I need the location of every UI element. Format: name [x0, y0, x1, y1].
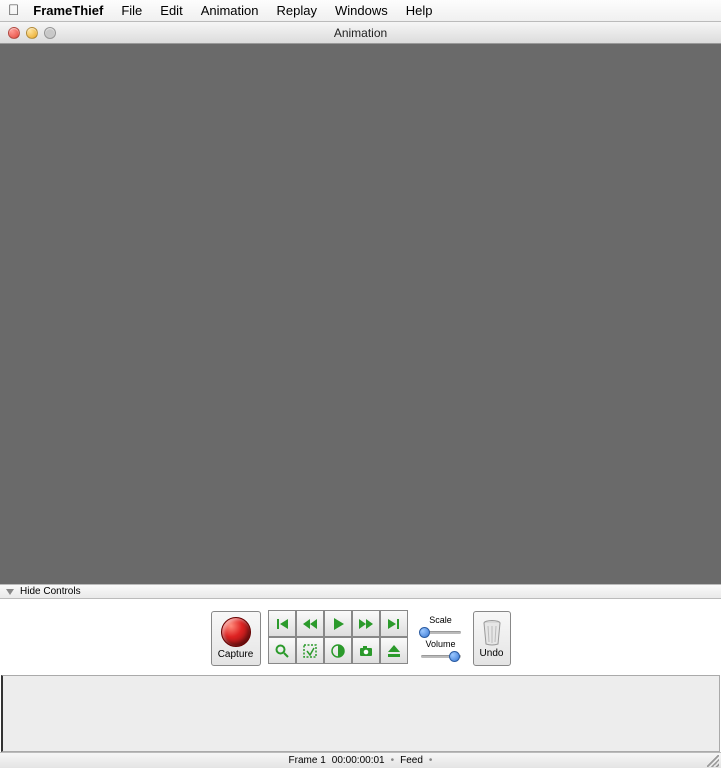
last-frame-button[interactable]	[380, 610, 408, 637]
scale-slider-thumb[interactable]	[419, 627, 430, 638]
rewind-button[interactable]	[296, 610, 324, 637]
onion-icon	[330, 643, 346, 659]
controls-panel: Capture Scal	[0, 599, 721, 673]
transport-toolbar	[269, 611, 409, 665]
play-button[interactable]	[324, 610, 352, 637]
onion-skin-button[interactable]	[324, 637, 352, 664]
timeline-strip[interactable]	[1, 675, 720, 752]
last-icon	[386, 616, 402, 632]
menu-edit[interactable]: Edit	[160, 3, 182, 18]
status-bar: Frame 1 00:00:00:01 • Feed •	[0, 752, 721, 768]
zoom-button[interactable]	[268, 637, 296, 664]
marquee-button[interactable]	[296, 637, 324, 664]
camera-button[interactable]	[352, 637, 380, 664]
capture-record-icon	[221, 617, 251, 647]
volume-label: Volume	[425, 639, 455, 649]
trash-icon	[481, 618, 503, 646]
disclosure-triangle-icon	[6, 589, 14, 595]
status-separator: •	[391, 755, 395, 766]
status-separator-2: •	[429, 755, 433, 766]
eject-button[interactable]	[380, 637, 408, 664]
zoom-icon	[274, 643, 290, 659]
status-timecode: 00:00:00:01	[332, 755, 385, 766]
hide-controls-toggle[interactable]: Hide Controls	[0, 584, 721, 599]
eject-icon	[386, 643, 402, 659]
capture-label: Capture	[218, 649, 254, 660]
ffwd-icon	[358, 616, 374, 632]
scale-label: Scale	[429, 615, 452, 625]
rewind-icon	[302, 616, 318, 632]
menu-app[interactable]: FrameThief	[33, 3, 103, 18]
undo-label: Undo	[480, 648, 504, 659]
hide-controls-label: Hide Controls	[20, 586, 81, 597]
marquee-icon	[302, 643, 318, 659]
preview-canvas	[0, 44, 721, 584]
menu-help[interactable]: Help	[406, 3, 433, 18]
first-frame-button[interactable]	[268, 610, 296, 637]
status-frame: Frame 1	[289, 755, 326, 766]
window-titlebar: Animation	[0, 22, 721, 44]
play-icon	[330, 616, 346, 632]
menu-bar:  FrameThief File Edit Animation Replay …	[0, 0, 721, 22]
slider-group: Scale Volume	[417, 615, 465, 662]
volume-slider-thumb[interactable]	[449, 651, 460, 662]
menu-replay[interactable]: Replay	[277, 3, 317, 18]
apple-menu-icon[interactable]: 	[8, 2, 19, 19]
menu-file[interactable]: File	[121, 3, 142, 18]
menu-windows[interactable]: Windows	[335, 3, 388, 18]
scale-slider[interactable]	[419, 626, 463, 638]
menu-animation[interactable]: Animation	[201, 3, 259, 18]
camera-icon	[358, 643, 374, 659]
status-feed: Feed	[400, 755, 423, 766]
resize-grip-icon[interactable]	[707, 755, 719, 767]
fast-forward-button[interactable]	[352, 610, 380, 637]
window-title: Animation	[0, 26, 721, 40]
undo-button[interactable]: Undo	[473, 611, 511, 666]
volume-slider[interactable]	[419, 650, 463, 662]
capture-button[interactable]: Capture	[211, 611, 261, 666]
first-icon	[274, 616, 290, 632]
